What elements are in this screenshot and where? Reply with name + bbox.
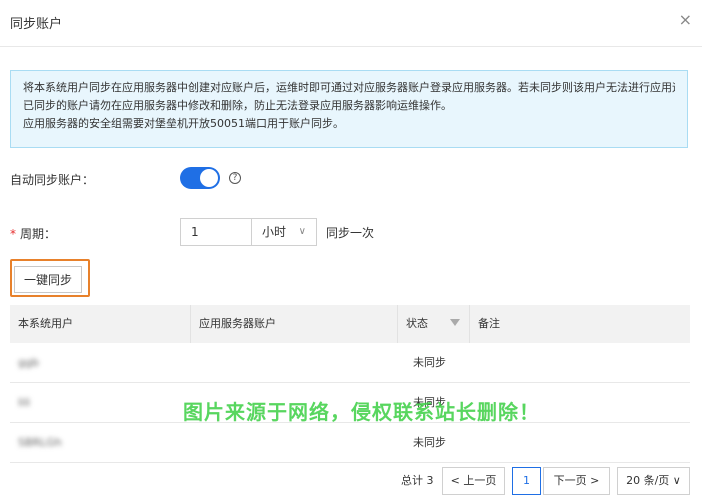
- period-unit-value: 小时: [262, 225, 287, 239]
- required-mark: *: [10, 227, 16, 241]
- row-account: [191, 423, 199, 462]
- toggle-knob: [200, 169, 218, 187]
- info-line: 应用服务器的安全组需要对堡垒机开放50051端口用于账户同步。: [23, 117, 344, 130]
- table-header: 本系统用户 应用服务器账户 状态 备注: [10, 305, 690, 343]
- row-user: lili: [18, 396, 31, 409]
- chevron-down-icon: ∨: [669, 474, 681, 487]
- row-user: SBRLGh: [18, 436, 62, 449]
- prev-page-label: 上一页: [463, 474, 497, 487]
- row-account: [191, 343, 199, 382]
- page-size-value: 20 条/页: [626, 474, 670, 487]
- table-row: ggb 未同步: [10, 343, 690, 383]
- column-header-user: 本系统用户: [10, 305, 191, 343]
- filter-icon[interactable]: [450, 319, 460, 326]
- auto-sync-toggle[interactable]: [180, 167, 220, 189]
- watermark-text: 图片来源于网络，侵权联系站长删除！: [183, 400, 540, 424]
- info-line: 已同步的账户请勿在应用服务器中修改和删除，防止无法登录应用服务器影响运维操作。: [23, 99, 452, 112]
- page-size-select[interactable]: 20 条/页 ∨: [617, 467, 690, 495]
- table-row: SBRLGh 未同步: [10, 423, 690, 463]
- period-value-input[interactable]: 1: [180, 218, 252, 246]
- account-table: 本系统用户 应用服务器账户 状态 备注 ggb 未同步 lili 未同步 SBR…: [10, 305, 690, 463]
- column-header-note: 备注: [478, 317, 500, 330]
- next-page-button[interactable]: 下一页 >: [543, 467, 610, 495]
- row-note: [470, 423, 478, 462]
- period-label-text: 周期：: [20, 227, 57, 241]
- chevron-left-icon: <: [450, 474, 460, 487]
- prev-page-button[interactable]: < 上一页: [442, 467, 505, 495]
- dialog-header: 同步账户 ×: [0, 0, 702, 47]
- period-unit-select[interactable]: 小时 ∨: [251, 218, 317, 246]
- row-user: ggb: [18, 356, 39, 369]
- column-header-account: 应用服务器账户: [191, 305, 398, 343]
- info-line: 将本系统用户同步在应用服务器中创建对应账户后，运维时即可通过对应服务器账户登录应…: [23, 81, 675, 94]
- next-page-label: 下一页: [553, 474, 587, 487]
- period-label: * 周期：: [10, 225, 56, 242]
- close-icon[interactable]: ×: [679, 12, 692, 28]
- one-click-sync-button[interactable]: 一键同步: [14, 266, 82, 293]
- auto-sync-label: 自动同步账户：: [10, 173, 95, 187]
- row-status: 未同步: [413, 436, 446, 449]
- period-suffix: 同步一次: [326, 226, 375, 240]
- page-1-button[interactable]: 1: [512, 467, 541, 495]
- help-icon[interactable]: ?: [229, 172, 241, 184]
- row-status: 未同步: [413, 356, 446, 369]
- dialog-title: 同步账户: [10, 17, 63, 32]
- info-banner: 将本系统用户同步在应用服务器中创建对应账户后，运维时即可通过对应服务器账户登录应…: [10, 70, 688, 148]
- pagination-total: 总计 3: [401, 474, 434, 487]
- chevron-right-icon: >: [590, 474, 600, 487]
- chevron-down-icon: ∨: [298, 226, 306, 237]
- row-note: [470, 343, 478, 382]
